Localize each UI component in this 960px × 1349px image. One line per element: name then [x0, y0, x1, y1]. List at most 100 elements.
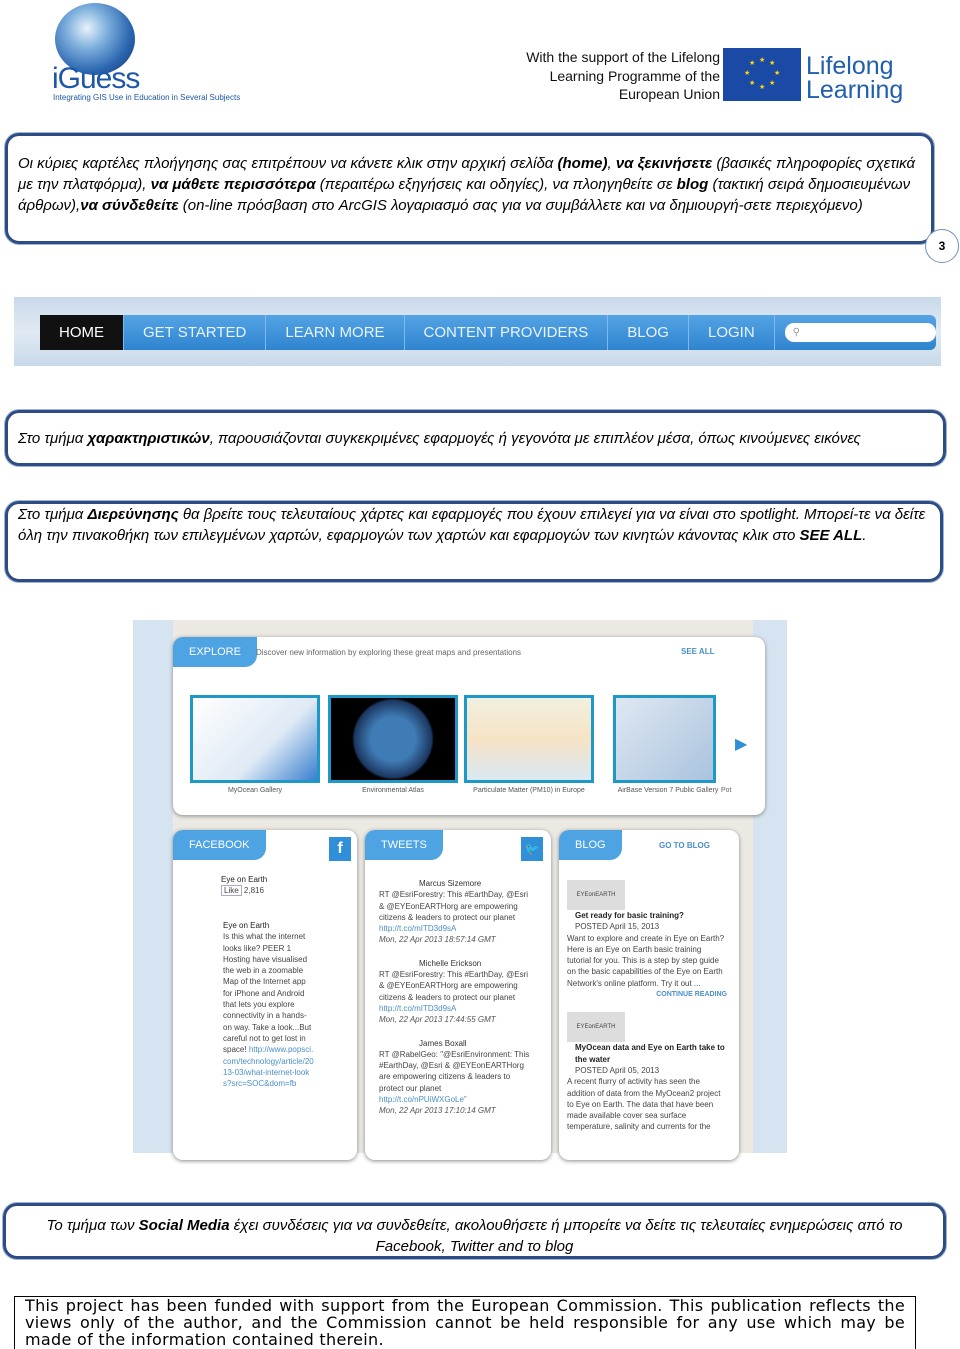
text: , παρουσιάζονται συγκεκριμένες εφαρμογές… — [209, 430, 861, 447]
nav-login[interactable]: LOGIN — [689, 315, 775, 350]
bold-text: Social Media — [138, 1217, 230, 1234]
text: Το τμήμα των — [46, 1217, 139, 1234]
tweet-link[interactable]: http://t.co/nPUiWXGoLe" — [379, 1095, 467, 1104]
tweet-text: RT @RabelGeo: "@EsriEnvironment: This #E… — [379, 1049, 530, 1093]
next-arrow-icon[interactable]: ▶ — [735, 734, 747, 754]
bold-text: blog — [676, 176, 709, 193]
nav-home[interactable]: HOME — [40, 315, 124, 350]
thumb-atlas[interactable] — [328, 695, 458, 783]
bold-text: Διερεύνησης — [87, 506, 179, 523]
blog-tab: BLOG — [559, 830, 622, 860]
nav-learn-more[interactable]: LEARN MORE — [266, 315, 405, 350]
blog-panel: BLOG GO TO BLOG EYEonEARTH Get ready for … — [559, 830, 739, 1160]
facebook-panel: FACEBOOK f Eye on Earth Like 2,816 Eye on… — [173, 830, 357, 1160]
social-media-description-box: Το τμήμα των Social Media έχει συνδέσεις… — [3, 1203, 946, 1259]
features-description-box: Στο τμήμα χαρακτηριστικών, παρουσιάζοντα… — [5, 410, 946, 466]
lifelong-learning-logo: Lifelong Learning — [806, 52, 904, 104]
fb-post-author[interactable]: Eye on Earth — [223, 921, 269, 930]
bold-text: να σύνδεθείτε — [80, 197, 179, 214]
tweet-link[interactable]: http://t.co/mITD3d9sA — [379, 1004, 456, 1013]
eye-on-earth-logo: EYEonEARTH — [567, 880, 625, 910]
eu-support-text: With the support of the Lifelong Learnin… — [500, 48, 720, 104]
thumb-caption: Particulate Matter (PM10) in Europe — [473, 787, 585, 794]
tweet: Marcus Sizemore RT @EsriForestry: This #E… — [379, 878, 535, 946]
text: έχει συνδέσεις για να συνδεθείτε, ακολου… — [229, 1217, 903, 1255]
bold-text: να ξεκινήσετε — [615, 155, 713, 172]
tweet-link[interactable]: http://t.co/mITD3d9sA — [379, 924, 456, 933]
thumb-caption: AirBase Version 7 Public Gallery — [617, 787, 719, 794]
eu-line: Learning Programme of the — [549, 67, 720, 84]
explore-panel: EXPLORE Discover new information by expl… — [173, 637, 765, 815]
tweet: Michelle Erickson RT @EsriForestry: This … — [379, 958, 535, 1026]
fb-page-name[interactable]: Eye on Earth — [221, 875, 267, 884]
nav-content-providers[interactable]: CONTENT PROVIDERS — [405, 315, 609, 350]
text: Οι κύριες καρτέλες πλοήγησης σας επιτρέπ… — [18, 155, 558, 172]
text: (περαιτέρω εξηγήσεις και οδηγίες), να πλ… — [315, 176, 677, 193]
text: . — [862, 527, 867, 544]
page-number: 3 — [925, 229, 959, 263]
iguess-logo-text: iGuess — [52, 62, 140, 95]
tweets-tab: TWEETS — [365, 830, 443, 860]
navigation-description-box: Οι κύριες καρτέλες πλοήγησης σας επιτρέπ… — [5, 133, 934, 244]
tweet-date: Mon, 22 Apr 2013 17:44:55 GMT — [379, 1015, 496, 1025]
text: Στο τμήμα — [18, 506, 88, 523]
tweet-date: Mon, 22 Apr 2013 18:57:14 GMT — [379, 935, 496, 945]
blog-list: EYEonEARTH Get ready for basic training? P… — [567, 880, 727, 1145]
tweet-text: RT @EsriForestry: This #EarthDay, @Esri … — [379, 970, 529, 1002]
explore-tab: EXPLORE — [173, 637, 257, 667]
fb-post-text: Is this what the internet looks like? PE… — [223, 932, 312, 1055]
go-to-blog-link[interactable]: GO TO BLOG — [659, 841, 710, 850]
like-count: 2,816 — [243, 886, 264, 896]
blog-post: EYEonEARTH Get ready for basic training? P… — [567, 880, 727, 1000]
thumb-pm10[interactable] — [464, 695, 594, 783]
text: Στο τμήμα — [18, 430, 88, 447]
bold-text: χαρακτηριστικών — [87, 430, 210, 447]
search-icon: ⚲ — [792, 327, 800, 338]
text: , — [607, 155, 616, 172]
tweet-date: Mon, 22 Apr 2013 17:10:14 GMT — [379, 1106, 496, 1116]
bold-text: SEE ALL — [799, 527, 863, 544]
blog-post-date: POSTED April 05, 2013 — [575, 1065, 660, 1075]
eu-disclaimer: This project has been funded with suppor… — [14, 1296, 916, 1349]
ll-line: Lifelong — [806, 52, 894, 80]
thumb-myocean[interactable] — [190, 695, 320, 783]
tweet-author[interactable]: Michelle Erickson — [379, 958, 535, 969]
eu-line: With the support of the Lifelong — [526, 49, 720, 65]
facebook-icon[interactable]: f — [329, 837, 351, 861]
like-button[interactable]: Like — [221, 885, 242, 897]
thumb-airbase[interactable] — [613, 695, 716, 783]
explore-description-box: Στο τμήμα Διερεύνησης θα βρείτε τους τελ… — [5, 501, 943, 582]
see-all-link[interactable]: SEE ALL — [681, 647, 714, 656]
tweet-list: Marcus Sizemore RT @EsriForestry: This #E… — [379, 878, 535, 1129]
tweets-panel: TWEETS 🐦 Marcus Sizemore RT @EsriForestry… — [365, 830, 551, 1160]
blog-post-text: Want to explore and create in Eye on Ear… — [567, 933, 725, 988]
continue-reading-link[interactable]: CONTINUE READING — [567, 989, 727, 1000]
text: (on-line πρόσβαση στο ArcGIS λογαριασμό … — [178, 197, 863, 214]
bold-text: (home) — [557, 155, 608, 172]
nav-bar: HOME GET STARTED LEARN MORE CONTENT PROV… — [40, 315, 936, 350]
tweet: James Boxall RT @RabelGeo: "@EsriEnvironm… — [379, 1038, 535, 1117]
ll-line: Learning — [806, 76, 904, 104]
eu-line: European Union — [618, 86, 720, 102]
tweet-text: RT @EsriForestry: This #EarthDay, @Esri … — [379, 890, 529, 922]
blog-post: EYEonEARTH MyOcean data and Eye on Earth … — [567, 1012, 727, 1132]
eye-on-earth-logo: EYEonEARTH — [567, 1012, 625, 1043]
iguess-tagline: Integrating GIS Use in Education in Seve… — [53, 93, 241, 102]
nav-get-started[interactable]: GET STARTED — [124, 315, 267, 350]
explore-desc: Discover new information by exploring th… — [256, 648, 522, 657]
tweet-author[interactable]: James Boxall — [379, 1038, 535, 1049]
homepage-screenshot: EXPLORE Discover new information by expl… — [133, 620, 787, 1160]
nav-blog[interactable]: BLOG — [608, 315, 689, 350]
blog-post-title[interactable]: MyOcean data and Eye on Earth take to th… — [567, 1042, 727, 1065]
twitter-icon[interactable]: 🐦 — [521, 837, 543, 861]
blog-post-title[interactable]: Get ready for basic training? — [567, 910, 727, 921]
blog-post-text: A recent flurry of activity has seen the… — [567, 1077, 721, 1132]
bold-text: να μάθετε περισσότερα — [150, 176, 316, 193]
thumb-caption: Environmental Atlas — [362, 787, 424, 794]
tweet-author[interactable]: Marcus Sizemore — [379, 878, 535, 889]
thumb-caption: Pot — [721, 787, 732, 794]
search-input[interactable]: ⚲ — [784, 323, 936, 342]
thumb-caption: MyOcean Gallery — [227, 787, 283, 794]
eu-flag-icon: ★ ★ ★ ★ ★ ★ ★ ★ — [723, 48, 801, 101]
blog-post-date: POSTED April 15, 2013 — [575, 922, 660, 932]
